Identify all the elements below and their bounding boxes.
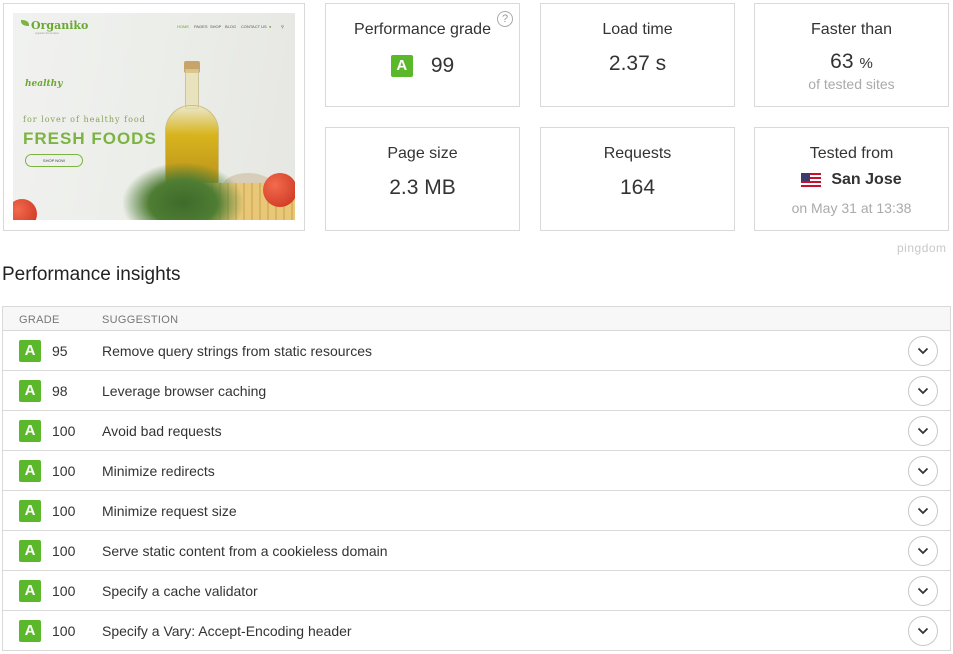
site-screenshot: Organiko organic food store HOME PAGES S… [13, 13, 295, 220]
insight-suggestion: Leverage browser caching [102, 383, 267, 399]
grade-badge: A [19, 580, 41, 602]
insight-row[interactable]: A 100 Avoid bad requests [3, 411, 950, 451]
insight-suggestion: Remove query strings from static resourc… [102, 343, 372, 359]
search-icon: ⚲ [281, 24, 284, 29]
expand-button[interactable] [908, 576, 938, 606]
chevron-down-icon [917, 587, 929, 595]
faster-than-card: Faster than 63 % of tested sites [754, 3, 949, 107]
faster-than-value: 63 [830, 50, 854, 73]
faster-than-label: Faster than [811, 21, 892, 38]
expand-button[interactable] [908, 376, 938, 406]
insight-row[interactable]: A 100 Specify a Vary: Accept-Encoding he… [3, 611, 950, 651]
requests-card: Requests 164 [540, 127, 735, 231]
expand-button[interactable] [908, 496, 938, 526]
insight-score: 100 [52, 423, 76, 439]
insight-row[interactable]: A 100 Serve static content from a cookie… [3, 531, 950, 571]
chevron-down-icon [917, 427, 929, 435]
performance-grade-card: Performance grade ? A 99 [325, 3, 520, 107]
load-time-value: 2.37 s [608, 52, 667, 75]
tomato-image [13, 199, 37, 220]
thumb-tagline: for lover of healthy food [23, 115, 146, 124]
thumb-nav-item: PAGES [194, 24, 208, 29]
insight-suggestion: Specify a cache validator [102, 583, 258, 599]
thumb-nav-item: CONTACT US [241, 24, 267, 29]
expand-button[interactable] [908, 456, 938, 486]
thumb-nav-item: HOME [177, 24, 189, 29]
grade-badge: A [19, 340, 41, 362]
thumb-nav-item: BLOG [225, 24, 237, 29]
tomato-image [263, 173, 295, 207]
grade-badge: A [19, 420, 41, 442]
grade-badge: A [390, 55, 413, 77]
insight-row[interactable]: A 98 Leverage browser caching [3, 371, 950, 411]
grade-badge: A [19, 380, 41, 402]
thumb-nav-item: SHOP [210, 24, 222, 29]
chevron-down-icon [917, 347, 929, 355]
insight-row[interactable]: A 100 Minimize request size [3, 491, 950, 531]
expand-button[interactable] [908, 416, 938, 446]
chevron-down-icon [917, 387, 929, 395]
insight-score: 98 [52, 383, 68, 399]
us-flag-icon [801, 173, 822, 187]
tested-from-location: San Jose [831, 171, 902, 188]
insights-title: Performance insights [2, 264, 181, 285]
insight-suggestion: Minimize redirects [102, 463, 215, 479]
tested-from-date: on May 31 at 13:38 [791, 200, 912, 216]
grade-badge: A [19, 460, 41, 482]
grade-badge: A [19, 540, 41, 562]
grade-badge: A [19, 620, 41, 642]
requests-label: Requests [603, 145, 672, 162]
load-time-label: Load time [602, 21, 673, 38]
cart-icon: ● [269, 24, 272, 29]
insight-row[interactable]: A 95 Remove query strings from static re… [3, 331, 950, 371]
column-header-suggestion: SUGGESTION [102, 314, 179, 326]
insight-suggestion: Serve static content from a cookieless d… [102, 543, 388, 559]
insight-score: 100 [52, 463, 76, 479]
expand-button[interactable] [908, 616, 938, 646]
help-circle-icon[interactable]: ? [497, 11, 513, 27]
expand-button[interactable] [908, 336, 938, 366]
grade-badge: A [19, 500, 41, 522]
insight-score: 100 [52, 623, 76, 639]
insights-table-header: GRADE SUGGESTION [3, 307, 950, 331]
insights-table: GRADE SUGGESTION A 95 Remove query strin… [2, 306, 951, 651]
chevron-down-icon [917, 507, 929, 515]
performance-grade-label: Performance grade [354, 21, 491, 38]
expand-button[interactable] [908, 536, 938, 566]
insight-suggestion: Avoid bad requests [102, 423, 222, 439]
bottle-neck-image [185, 69, 199, 109]
insight-score: 100 [52, 583, 76, 599]
load-time-card: Load time 2.37 s [540, 3, 735, 107]
thumb-shop-button: SHOP NOW [25, 154, 83, 167]
page-size-value: 2.3 MB [389, 176, 456, 199]
insight-score: 95 [52, 343, 68, 359]
requests-value: 164 [619, 176, 656, 199]
insight-score: 100 [52, 503, 76, 519]
leaf-logo-icon [21, 20, 29, 26]
page-size-label: Page size [387, 145, 458, 162]
insight-row[interactable]: A 100 Specify a cache validator [3, 571, 950, 611]
thumb-logo-sub: organic food store [35, 31, 60, 35]
page-size-card: Page size 2.3 MB [325, 127, 520, 231]
faster-than-unit: % [859, 55, 873, 72]
column-header-grade: GRADE [19, 314, 60, 326]
performance-grade-value: 99 [430, 54, 455, 77]
thumb-hero-title: FRESH FOODS [23, 129, 157, 148]
chevron-down-icon [917, 547, 929, 555]
tested-from-card: Tested from San Jose on May 31 at 13:38 [754, 127, 949, 231]
insight-suggestion: Specify a Vary: Accept-Encoding header [102, 623, 352, 639]
herbs-image [123, 163, 243, 220]
insight-row[interactable]: A 100 Minimize redirects [3, 451, 950, 491]
chevron-down-icon [917, 467, 929, 475]
tested-from-label: Tested from [809, 145, 894, 162]
faster-than-sub: of tested sites [808, 76, 895, 92]
insight-suggestion: Minimize request size [102, 503, 237, 519]
thumb-healthy-badge: healthy [25, 79, 63, 89]
insight-score: 100 [52, 543, 76, 559]
pingdom-logo: pingdom [897, 241, 947, 255]
site-screenshot-card: Organiko organic food store HOME PAGES S… [3, 3, 305, 231]
chevron-down-icon [917, 627, 929, 635]
